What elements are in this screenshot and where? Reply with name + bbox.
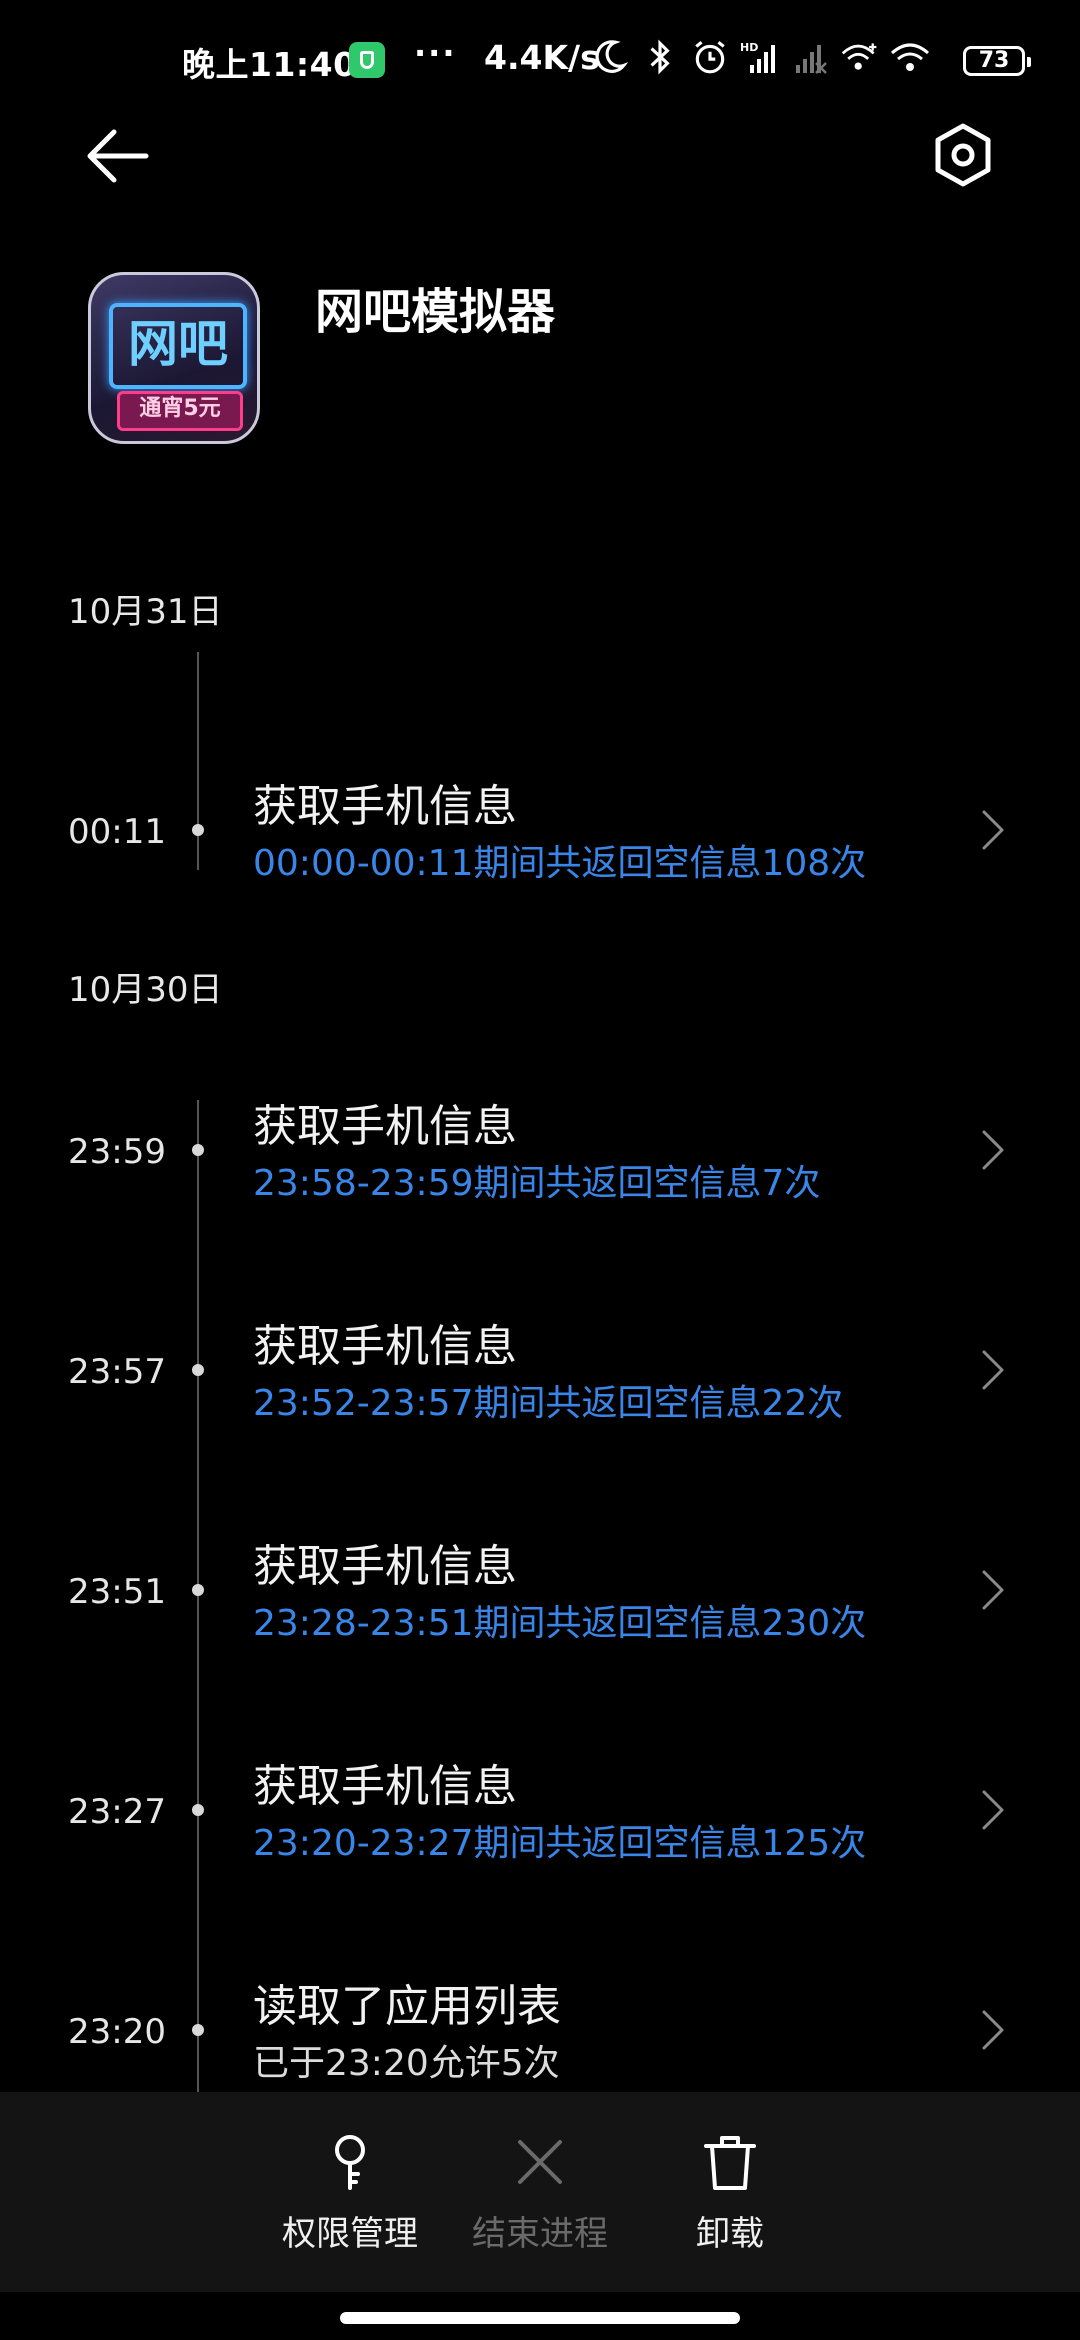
app-name: 网吧模拟器 xyxy=(315,284,556,340)
end-process-button[interactable]: 结束进程 xyxy=(460,2132,620,2255)
close-icon xyxy=(518,2140,562,2184)
status-time: 晚上11:40 xyxy=(182,45,357,84)
no-signal-icon xyxy=(796,45,827,74)
entry-detail: 已于23:20允许5次 xyxy=(253,2043,560,2084)
app-icon-tag-text: 通宵5元 xyxy=(117,391,243,431)
timeline-entry[interactable]: 23:27 获取手机信息 23:20-23:27期间共返回空信息125次 xyxy=(0,1750,1080,1870)
entry-title: 获取手机信息 xyxy=(253,1761,517,1812)
permissions-button[interactable]: 权限管理 xyxy=(270,2132,430,2255)
entry-time: 23:59 xyxy=(68,1132,166,1172)
timeline-entry[interactable]: 23:51 获取手机信息 23:28-23:51期间共返回空信息230次 xyxy=(0,1530,1080,1650)
entry-detail: 23:52-23:57期间共返回空信息22次 xyxy=(253,1383,844,1424)
entry-time: 23:27 xyxy=(68,1792,166,1832)
key-icon xyxy=(335,2135,365,2190)
timeline-entry[interactable]: 23:57 获取手机信息 23:52-23:57期间共返回空信息22次 xyxy=(0,1310,1080,1430)
entry-title: 获取手机信息 xyxy=(253,781,517,832)
svg-text:HD: HD xyxy=(740,41,758,54)
uninstall-button[interactable]: 卸载 xyxy=(650,2132,810,2255)
chevron-right-icon xyxy=(982,1570,1004,1610)
timeline-dot xyxy=(192,1364,204,1376)
home-indicator[interactable] xyxy=(340,2312,740,2324)
entry-title: 读取了应用列表 xyxy=(253,1981,561,2032)
hd-signal-icon: HD xyxy=(740,41,775,73)
battery-icon: 73 xyxy=(963,46,1031,76)
back-arrow-icon[interactable] xyxy=(78,126,158,186)
settings-hexagon-icon[interactable] xyxy=(928,120,998,190)
chevron-right-icon xyxy=(982,1350,1004,1390)
uninstall-label: 卸载 xyxy=(696,2214,764,2254)
wifi-plus-icon xyxy=(841,43,877,70)
app-behavior-record-screen: 晚上11:40 ··· 4.4K/s HD 73 网吧 通宵5元 网吧模拟器 1… xyxy=(0,0,1080,2340)
status-icons: HD xyxy=(590,38,930,76)
date-header: 10月30日 xyxy=(68,970,223,1010)
timeline-dot xyxy=(192,1584,204,1596)
entry-detail: 23:28-23:51期间共返回空信息230次 xyxy=(253,1603,867,1644)
entry-title: 获取手机信息 xyxy=(253,1101,517,1152)
timeline-dot xyxy=(192,1804,204,1816)
entry-detail: 23:58-23:59期间共返回空信息7次 xyxy=(253,1163,821,1204)
timeline-entry[interactable]: 00:11 获取手机信息 00:00-00:11期间共返回空信息108次 xyxy=(0,770,1080,890)
chevron-right-icon xyxy=(982,2010,1004,2050)
wifi-icon xyxy=(891,43,929,71)
status-bar: 晚上11:40 ··· 4.4K/s HD 73 xyxy=(0,0,1080,124)
moon-icon xyxy=(595,40,629,73)
app-icon-logo-text: 网吧 xyxy=(109,303,247,389)
alarm-icon xyxy=(695,40,725,74)
permissions-label: 权限管理 xyxy=(282,2214,418,2254)
timeline-entry[interactable]: 23:20 读取了应用列表已于23:20允许5次 xyxy=(0,1970,1080,2090)
more-notifications-icon: ··· xyxy=(414,34,457,72)
shield-icon xyxy=(349,42,385,78)
entry-detail: 00:00-00:11期间共返回空信息108次 xyxy=(253,843,867,884)
entry-detail: 23:20-23:27期间共返回空信息125次 xyxy=(253,1823,867,1864)
bottom-action-bar: 权限管理 结束进程 卸载 xyxy=(0,2092,1080,2292)
timeline-dot xyxy=(192,1144,204,1156)
trash-icon xyxy=(704,2136,756,2190)
date-header: 10月31日 xyxy=(68,592,223,632)
entry-time: 23:57 xyxy=(68,1352,166,1392)
timeline-dot xyxy=(192,824,204,836)
timeline-dot xyxy=(192,2024,204,2036)
chevron-right-icon xyxy=(982,810,1004,850)
bluetooth-icon xyxy=(650,39,670,75)
entry-title: 获取手机信息 xyxy=(253,1321,517,1372)
entry-time: 23:20 xyxy=(68,2012,166,2052)
chevron-right-icon xyxy=(982,1790,1004,1830)
entry-title: 获取手机信息 xyxy=(253,1541,517,1592)
entry-time: 00:11 xyxy=(68,812,166,852)
network-speed: 4.4K/s xyxy=(484,38,600,77)
entry-time: 23:51 xyxy=(68,1572,166,1612)
end-process-label: 结束进程 xyxy=(472,2214,608,2254)
app-icon: 网吧 通宵5元 xyxy=(88,272,260,444)
timeline-entry[interactable]: 23:59 获取手机信息 23:58-23:59期间共返回空信息7次 xyxy=(0,1090,1080,1210)
chevron-right-icon xyxy=(982,1130,1004,1170)
